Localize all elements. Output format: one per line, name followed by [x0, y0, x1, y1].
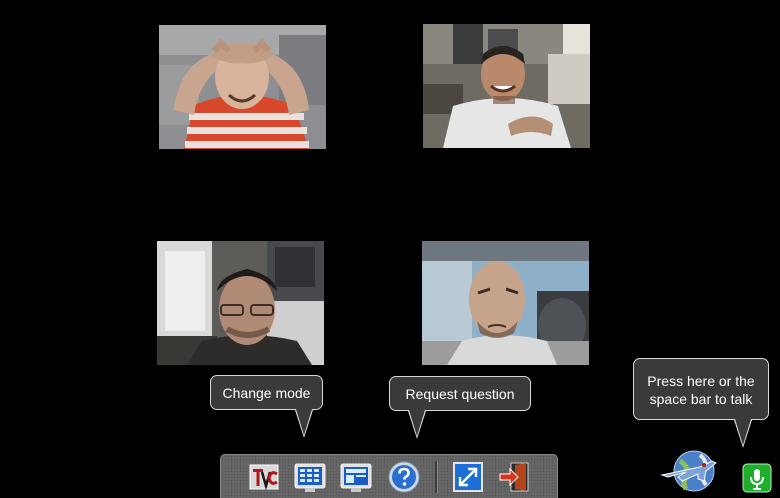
participant-1-video [159, 25, 326, 149]
globe-airplane-logo [660, 447, 718, 495]
video-tile-participant-1[interactable] [159, 25, 326, 149]
request-question-tooltip: Request question [389, 376, 531, 439]
tvc-logo-button[interactable] [247, 460, 281, 494]
request-question-tooltip-text: Request question [405, 386, 515, 402]
push-to-talk-tooltip-line-2: space bar to talk [649, 391, 753, 407]
toolbar-separator [435, 461, 438, 493]
question-icon [388, 461, 420, 493]
exit-button[interactable] [497, 460, 531, 494]
request-question-button[interactable] [387, 460, 421, 494]
participant-2-video [423, 24, 590, 148]
fullscreen-button[interactable] [451, 460, 485, 494]
grid-layout-icon [294, 463, 326, 492]
push-to-talk-tooltip: Press here or the space bar to talk [633, 358, 769, 448]
push-to-talk-tooltip-line-1: Press here or the [647, 373, 755, 389]
expand-icon [453, 462, 483, 492]
change-mode-tooltip: Change mode [210, 375, 323, 438]
tvc-icon [249, 464, 279, 491]
grid-layout-button[interactable] [293, 460, 327, 494]
video-tile-participant-3[interactable] [157, 241, 324, 365]
video-tile-participant-4[interactable] [422, 241, 589, 365]
participant-3-video [157, 241, 324, 365]
presentation-layout-icon [340, 463, 372, 492]
exit-door-icon [499, 462, 529, 492]
push-to-talk-button[interactable] [742, 463, 772, 493]
participant-4-video [422, 241, 589, 365]
presentation-layout-button[interactable] [339, 460, 373, 494]
change-mode-tooltip-text: Change mode [222, 385, 311, 401]
video-tile-participant-2[interactable] [423, 24, 590, 148]
microphone-icon [742, 463, 772, 493]
video-conference-window: Change mode Request question Press here … [0, 0, 780, 498]
globe-icon [660, 450, 717, 492]
bottom-toolbar [220, 454, 558, 498]
